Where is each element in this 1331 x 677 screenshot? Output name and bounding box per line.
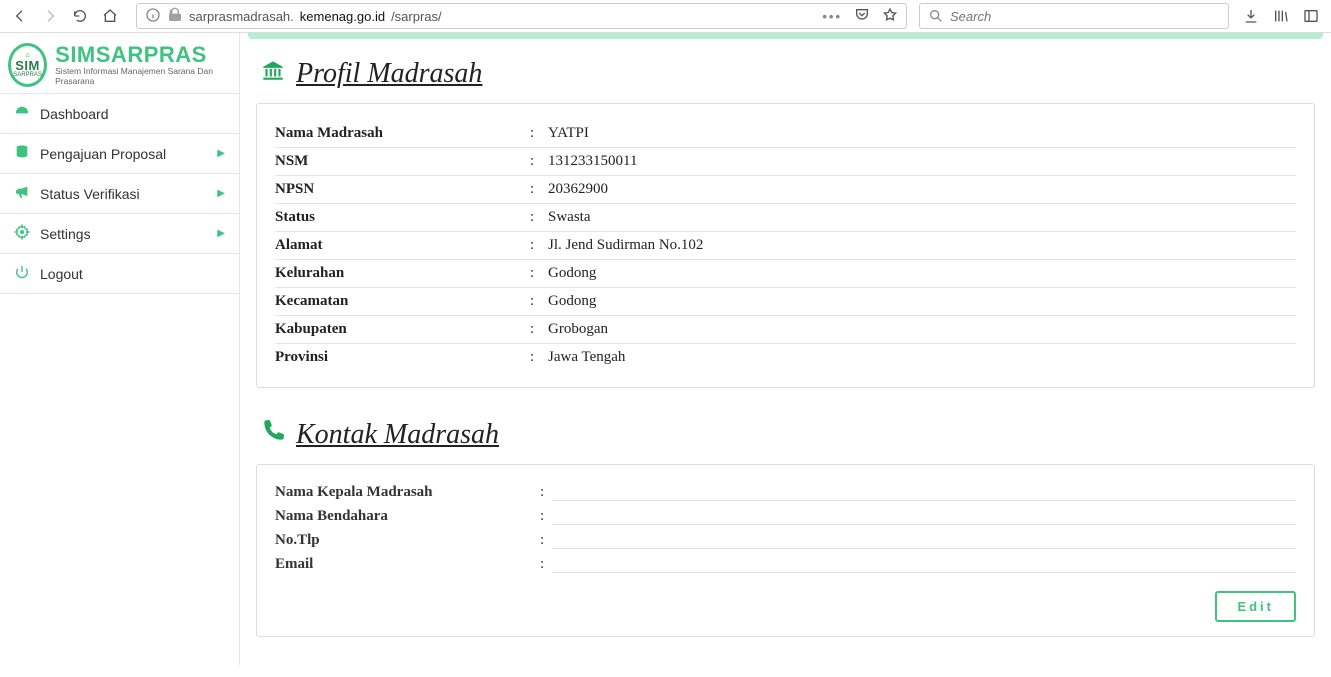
home-button[interactable] — [96, 2, 124, 30]
browser-search-bar[interactable] — [919, 3, 1229, 29]
bookmark-star-icon[interactable] — [882, 7, 898, 26]
url-prefix: sarprasmadrasah. — [189, 9, 294, 24]
pocket-icon[interactable] — [854, 7, 870, 26]
brand-subtitle: Sistem Informasi Manajemen Sarana Dan Pr… — [55, 66, 229, 86]
logo-bot: SARPRAS — [13, 72, 42, 78]
field-label: Nama Madrasah — [275, 125, 530, 142]
main-content: Profil Madrasah Nama Madrasah:YATPI NSM:… — [240, 33, 1331, 665]
sidebar-toggle-button[interactable] — [1297, 2, 1325, 30]
bullhorn-icon — [14, 184, 30, 203]
field-label: Nama Bendahara — [275, 508, 540, 525]
nav-forward-button[interactable] — [36, 2, 64, 30]
sidebar-item-label: Logout — [40, 266, 83, 282]
profil-card: Nama Madrasah:YATPI NSM:131233150011 NPS… — [256, 103, 1315, 388]
gear-icon — [14, 224, 30, 243]
info-icon — [145, 7, 161, 26]
field-label: Kecamatan — [275, 293, 530, 310]
sidebar-item-label: Pengajuan Proposal — [40, 146, 166, 162]
field-label: Status — [275, 209, 530, 226]
phone-icon — [260, 418, 286, 452]
field-label: Kabupaten — [275, 321, 530, 338]
dashboard-icon — [14, 104, 30, 123]
power-icon — [14, 264, 30, 283]
edit-button[interactable]: Edit — [1215, 591, 1296, 622]
page-actions-icon[interactable]: ••• — [822, 9, 842, 24]
url-bar[interactable]: sarprasmadrasah. kemenag.go.id/sarpras/ •… — [136, 3, 907, 29]
field-value — [552, 531, 1296, 549]
chevron-right-icon: ▶ — [217, 188, 225, 199]
library-button[interactable] — [1267, 2, 1295, 30]
field-value: Jl. Jend Sudirman No.102 — [548, 237, 1296, 254]
field-value: Swasta — [548, 209, 1296, 226]
sidebar: ⌂ SIM SARPRAS SIMSARPRAS Sistem Informas… — [0, 33, 240, 665]
field-label: Provinsi — [275, 349, 530, 366]
field-value — [552, 483, 1296, 501]
accent-bar — [248, 33, 1323, 39]
nav-list: Dashboard Pengajuan Proposal ▶ Status Ve… — [0, 93, 239, 294]
field-label: Kelurahan — [275, 265, 530, 282]
field-value: Godong — [548, 265, 1296, 282]
field-label: Nama Kepala Madrasah — [275, 484, 540, 501]
reload-button[interactable] — [66, 2, 94, 30]
database-icon — [14, 144, 30, 163]
brand-title: SIMSARPRAS — [55, 44, 229, 66]
search-icon — [928, 8, 944, 24]
field-value: 131233150011 — [548, 153, 1296, 170]
field-value — [552, 507, 1296, 525]
sidebar-item-logout[interactable]: Logout — [0, 254, 239, 293]
url-path: /sarpras/ — [391, 9, 442, 24]
lock-icon — [167, 7, 183, 26]
field-value — [552, 555, 1296, 573]
kontak-card: Nama Kepala Madrasah: Nama Bendahara: No… — [256, 464, 1315, 637]
field-value: YATPI — [548, 125, 1296, 142]
sidebar-item-label: Status Verifikasi — [40, 186, 140, 202]
sidebar-item-settings[interactable]: Settings ▶ — [0, 214, 239, 253]
field-label: NPSN — [275, 181, 530, 198]
section-title-text: Kontak Madrasah — [296, 419, 499, 451]
field-value: Jawa Tengah — [548, 349, 1296, 366]
logo-mid: SIM — [15, 59, 40, 72]
field-value: 20362900 — [548, 181, 1296, 198]
section-title-profil: Profil Madrasah — [260, 57, 1323, 91]
browser-toolbar: sarprasmadrasah. kemenag.go.id/sarpras/ •… — [0, 0, 1331, 33]
chevron-right-icon: ▶ — [217, 148, 225, 159]
sidebar-item-pengajuan-proposal[interactable]: Pengajuan Proposal ▶ — [0, 134, 239, 173]
section-title-kontak: Kontak Madrasah — [260, 418, 1323, 452]
chevron-right-icon: ▶ — [217, 228, 225, 239]
url-host: kemenag.go.id — [300, 9, 385, 24]
field-label: NSM — [275, 153, 530, 170]
sidebar-item-label: Settings — [40, 226, 91, 242]
field-value: Grobogan — [548, 321, 1296, 338]
sidebar-item-status-verifikasi[interactable]: Status Verifikasi ▶ — [0, 174, 239, 213]
browser-search-input[interactable] — [950, 9, 1220, 24]
downloads-button[interactable] — [1237, 2, 1265, 30]
section-title-text: Profil Madrasah — [296, 58, 482, 90]
field-label: No.Tlp — [275, 532, 540, 549]
logo-icon: ⌂ SIM SARPRAS — [8, 43, 47, 87]
sidebar-item-label: Dashboard — [40, 106, 109, 122]
sidebar-item-dashboard[interactable]: Dashboard — [0, 94, 239, 133]
field-value: Godong — [548, 293, 1296, 310]
nav-back-button[interactable] — [6, 2, 34, 30]
field-label: Email — [275, 556, 540, 573]
logo-block: ⌂ SIM SARPRAS SIMSARPRAS Sistem Informas… — [0, 33, 239, 93]
institution-icon — [260, 57, 286, 91]
field-label: Alamat — [275, 237, 530, 254]
